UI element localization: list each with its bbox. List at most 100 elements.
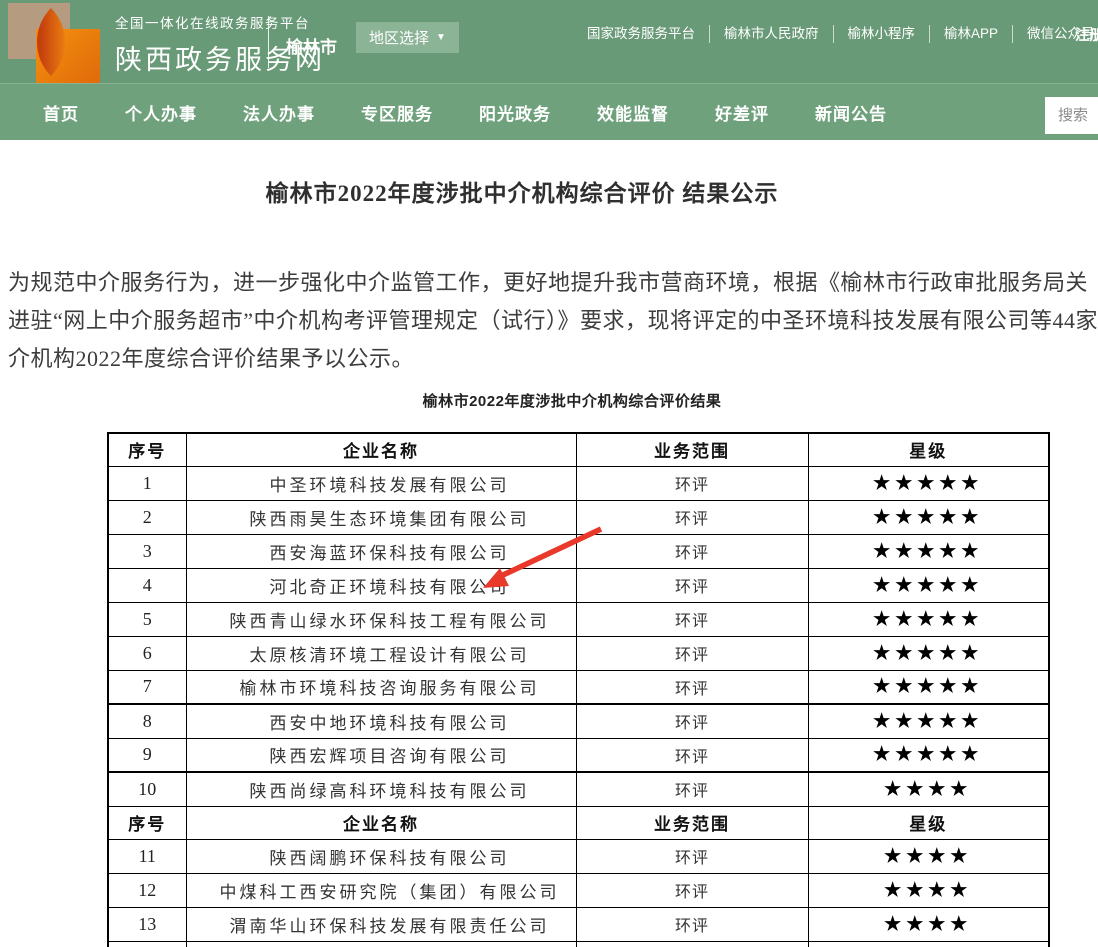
cell-index: 11 [108, 839, 186, 873]
nav-item[interactable]: 首页 [20, 100, 102, 125]
announcement-paragraph: 为规范中介服务行为，进一步强化中介监管工作，更好地提升我市营商环境，根据《榆林市… [8, 264, 1098, 378]
table-row: 13 渭南华山环保科技发展有限责任公司 环评 ★★★★ [108, 907, 1049, 941]
cell-scope: 环评 [576, 466, 808, 500]
search-input[interactable] [1045, 97, 1098, 134]
cell-scope: 环评 [576, 602, 808, 636]
star-rating: ★★★★ [808, 839, 1049, 873]
header-cell-stars: 星级 [808, 433, 1049, 466]
header-cell-name: 企业名称 [186, 806, 576, 839]
cell-company: 陕西宏辉项目咨询有限公司 [186, 738, 576, 772]
region-select-label: 地区选择 [369, 27, 429, 48]
cell-company: 西安海蓝环保科技有限公司 [186, 534, 576, 568]
cell-scope: 环评 [576, 568, 808, 602]
cell-company: 陕西青山绿水环保科技工程有限公司 [186, 602, 576, 636]
table-header: 序号 企业名称 业务范围 星级 [108, 433, 1049, 466]
cell-index: 7 [108, 670, 186, 704]
star-rating: ★★★★ [808, 907, 1049, 941]
cell-index: 6 [108, 636, 186, 670]
header-cell-scope: 业务范围 [576, 806, 808, 839]
cell-scope: 环评 [576, 636, 808, 670]
cell-index: 2 [108, 500, 186, 534]
cell-scope: 环评 [576, 670, 808, 704]
cell-index: 12 [108, 873, 186, 907]
site-logo [8, 3, 102, 83]
star-rating: ★★★★ [808, 873, 1049, 907]
cell-index: 13 [108, 907, 186, 941]
table-row: 2 陕西雨昊生态环境集团有限公司 环评 ★★★★★ [108, 500, 1049, 534]
cell-index: 8 [108, 704, 186, 738]
table-row: 7 榆林市环境科技咨询服务有限公司 环评 ★★★★★ [108, 670, 1049, 704]
cell-scope: 环评 [576, 907, 808, 941]
page: 全国一体化在线政务服务平台 陕西政务服务网 榆林市 地区选择 ▼ 国家政务服务平… [0, 0, 1098, 947]
table-row: 10 陕西尚绿高科环境科技有限公司 环评 ★★★★ [108, 772, 1049, 806]
cell-index: 4 [108, 568, 186, 602]
register-link[interactable]: 注册 [1075, 24, 1098, 45]
star-rating: ★★★★★ [808, 602, 1049, 636]
top-links: 国家政务服务平台 榆林市人民政府 榆林小程序 榆林APP 微信公众号 [573, 25, 1098, 43]
star-rating: ★★★★★ [808, 466, 1049, 500]
nav-item[interactable]: 个人办事 [102, 100, 220, 125]
cell-company: 中圣环境科技发展有限公司 [186, 466, 576, 500]
cell-scope: 环评 [576, 704, 808, 738]
table-partial-row [108, 941, 1049, 947]
cell-scope: 环评 [576, 500, 808, 534]
cell-company: 陕西雨昊生态环境集团有限公司 [186, 500, 576, 534]
cell-scope: 环评 [576, 839, 808, 873]
current-city-label: 榆林市 [286, 33, 337, 58]
table-row: 8 西安中地环境科技有限公司 环评 ★★★★★ [108, 704, 1049, 738]
cell-index: 1 [108, 466, 186, 500]
header-cell-name: 企业名称 [186, 433, 576, 466]
table-header-repeat: 序号 企业名称 业务范围 星级 [108, 806, 1049, 839]
cell-company: 陕西尚绿高科环境科技有限公司 [186, 772, 576, 806]
results-table: 序号 企业名称 业务范围 星级 1 中圣环境科技发展有限公司 环评 ★★★★★ [107, 432, 1050, 947]
cell-scope: 环评 [576, 534, 808, 568]
table-row: 11 陕西阔鹏环保科技有限公司 环评 ★★★★ [108, 839, 1049, 873]
cell-company: 太原核清环境工程设计有限公司 [186, 636, 576, 670]
table-row: 5 陕西青山绿水环保科技工程有限公司 环评 ★★★★★ [108, 602, 1049, 636]
cell-scope: 环评 [576, 772, 808, 806]
announcement-document: 榆林市2022年度涉批中介机构综合评价 结果公示 为规范中介服务行为，进一步强化… [0, 177, 1098, 947]
header-cell-scope: 业务范围 [576, 433, 808, 466]
cell-company: 陕西阔鹏环保科技有限公司 [186, 839, 576, 873]
nav-item[interactable]: 好差评 [692, 100, 792, 125]
table-body-rows-11-13: 11 陕西阔鹏环保科技有限公司 环评 ★★★★ 12 中煤科工西安研究院（集团）… [108, 839, 1049, 941]
caret-down-icon: ▼ [436, 32, 446, 43]
paragraph-line: 介机构2022年度综合评价结果予以公示。 [8, 340, 1098, 378]
star-rating: ★★★★★ [808, 534, 1049, 568]
star-rating: ★★★★★ [808, 636, 1049, 670]
header-cell-stars: 星级 [808, 806, 1049, 839]
header-cell-no: 序号 [108, 806, 186, 839]
cell-index: 10 [108, 772, 186, 806]
table-caption: 榆林市2022年度涉批中介机构综合评价结果 [0, 392, 1098, 412]
cell-company: 西安中地环境科技有限公司 [186, 704, 576, 738]
paragraph-line: 进驻“网上中介服务超市”中介机构考评管理规定（试行）》要求，现将评定的中圣环境科… [8, 302, 1098, 340]
top-link[interactable]: 榆林市人民政府 [709, 25, 833, 43]
cell-company: 渭南华山环保科技发展有限责任公司 [186, 907, 576, 941]
nav-item[interactable]: 阳光政务 [456, 100, 574, 125]
star-rating: ★★★★★ [808, 568, 1049, 602]
table-row: 4 河北奇正环境科技有限公司 环评 ★★★★★ [108, 568, 1049, 602]
nav-item[interactable]: 效能监督 [574, 100, 692, 125]
main-nav: 首页 个人办事 法人办事 专区服务 阳光政务 效能监督 好差评 新闻公告 [0, 83, 1098, 140]
region-select-button[interactable]: 地区选择 ▼ [356, 22, 459, 53]
nav-item[interactable]: 法人办事 [220, 100, 338, 125]
cell-company: 中煤科工西安研究院（集团）有限公司 [186, 873, 576, 907]
table-body-rows-1-10: 1 中圣环境科技发展有限公司 环评 ★★★★★ 2 陕西雨昊生态环境集团有限公司… [108, 466, 1049, 806]
table-row: 12 中煤科工西安研究院（集团）有限公司 环评 ★★★★ [108, 873, 1049, 907]
table-row: 6 太原核清环境工程设计有限公司 环评 ★★★★★ [108, 636, 1049, 670]
site-header: 全国一体化在线政务服务平台 陕西政务服务网 榆林市 地区选择 ▼ 国家政务服务平… [0, 0, 1098, 83]
top-link[interactable]: 榆林APP [929, 25, 1012, 43]
top-link[interactable]: 榆林小程序 [833, 25, 930, 43]
cell-scope: 环评 [576, 873, 808, 907]
paragraph-line: 为规范中介服务行为，进一步强化中介监管工作，更好地提升我市营商环境，根据《榆林市… [8, 264, 1098, 302]
top-link[interactable]: 国家政务服务平台 [573, 25, 709, 43]
nav-item[interactable]: 新闻公告 [792, 100, 910, 125]
platform-tagline: 全国一体化在线政务服务平台 [115, 12, 325, 32]
table-row: 1 中圣环境科技发展有限公司 环评 ★★★★★ [108, 466, 1049, 500]
star-rating: ★★★★ [808, 772, 1049, 806]
cell-index: 9 [108, 738, 186, 772]
cell-index: 5 [108, 602, 186, 636]
cell-index: 3 [108, 534, 186, 568]
nav-item[interactable]: 专区服务 [338, 100, 456, 125]
cell-company: 河北奇正环境科技有限公司 [186, 568, 576, 602]
